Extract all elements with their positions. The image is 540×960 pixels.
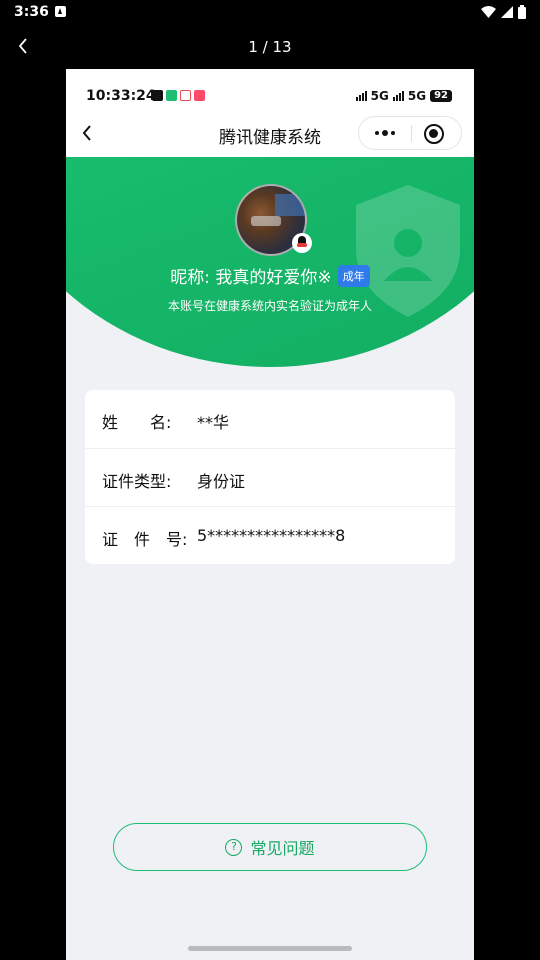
screenshot-image: 10:33:24 5G 5G 92 腾讯健康系统 昵称: 我真的好爱你※ 成年 …	[66, 69, 474, 960]
id-type-value: 身份证	[197, 472, 246, 491]
signal-bars-icon	[392, 91, 404, 101]
system-status-bar: 3:36	[0, 0, 540, 26]
inner-signal-indicators: 5G 5G 92	[355, 89, 452, 103]
id-number-value: 5****************8	[197, 526, 346, 545]
nickname-row: 昵称: 我真的好爱你※ 成年	[66, 263, 474, 288]
faq-button[interactable]: ? 常见问题	[113, 823, 427, 871]
mini-program-capsule	[358, 116, 462, 150]
system-time: 3:36	[14, 4, 49, 20]
page-counter: 1 / 13	[248, 38, 292, 56]
wifi-icon	[481, 6, 496, 18]
info-row-name: 姓 名: **华	[85, 390, 455, 448]
inner-time: 10:33:24	[86, 88, 156, 104]
name-label: 姓 名:	[102, 413, 172, 432]
name-value: **华	[197, 413, 230, 432]
profile-header: 昵称: 我真的好爱你※ 成年 本账号在健康系统内实名验证为成年人	[66, 157, 474, 367]
question-icon: ?	[225, 838, 243, 856]
signal-bars-icon	[355, 91, 367, 101]
tiktok-app-icon	[152, 90, 163, 101]
image-viewer-header: 1 / 13	[0, 26, 540, 68]
mini-program-nav-bar: 腾讯健康系统	[66, 111, 474, 157]
id-type-label: 证件类型:	[102, 472, 172, 491]
wechat-app-icon	[166, 90, 177, 101]
identity-info-card: 姓 名: **华 证件类型: 身份证 证 件 号: 5*************…	[85, 390, 455, 564]
taobao-app-icon	[194, 90, 205, 101]
faq-label: 常见问题	[250, 839, 315, 858]
close-mini-program-icon[interactable]	[424, 124, 444, 144]
more-dots-icon[interactable]	[359, 117, 411, 149]
inner-status-bar: 10:33:24 5G 5G 92	[66, 69, 474, 111]
info-row-id-number: 证 件 号: 5****************8	[85, 506, 455, 564]
weibo-app-icon	[180, 90, 191, 101]
network-label-2: 5G	[407, 89, 427, 103]
battery-level: 92	[430, 90, 452, 102]
qq-icon	[292, 233, 312, 253]
notification-icon	[55, 6, 66, 17]
system-indicators	[481, 5, 526, 19]
home-indicator	[188, 946, 352, 951]
info-row-id-type: 证件类型: 身份证	[85, 448, 455, 506]
capsule-divider	[411, 125, 412, 142]
network-label-1: 5G	[370, 89, 389, 103]
nickname: 昵称: 我真的好爱你※	[170, 268, 332, 288]
signal-icon	[501, 6, 513, 18]
id-number-label: 证 件 号:	[102, 530, 188, 549]
battery-icon	[518, 5, 526, 19]
adult-badge: 成年	[337, 264, 370, 287]
verification-text: 本账号在健康系统内实名验证为成年人	[167, 299, 372, 313]
notification-app-icons	[152, 90, 205, 101]
